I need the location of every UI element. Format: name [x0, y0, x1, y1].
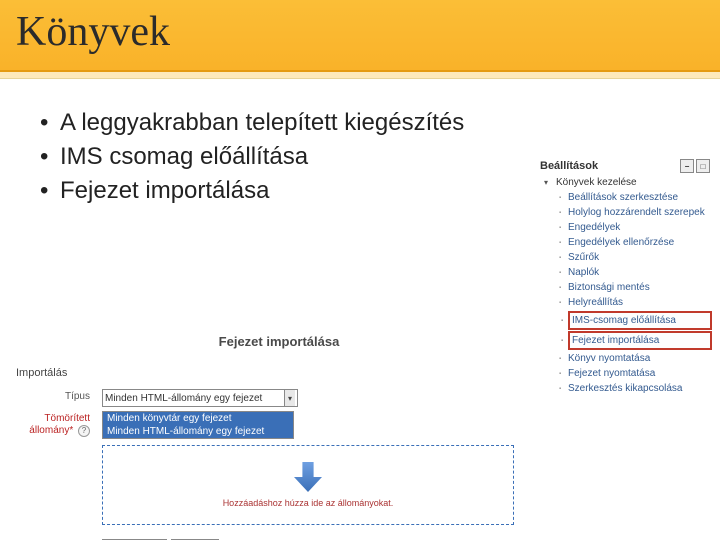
type-select-value: Minden HTML-állomány egy fejezet: [105, 393, 262, 404]
dialog-title: Fejezet importálása: [14, 334, 544, 349]
dialog-section-label: Importálás: [14, 367, 544, 379]
bullet-item: A leggyakrabban telepített kiegészítés: [40, 109, 690, 137]
archive-label-line2: állomány*: [29, 425, 73, 436]
archive-row: Tömörített állomány* ? Minden könyvtár e…: [14, 411, 544, 439]
settings-item[interactable]: Helyreállítás: [568, 295, 712, 310]
type-select[interactable]: Minden HTML-állomány egy fejezet: [102, 389, 298, 407]
download-arrow-icon: [294, 462, 322, 492]
archive-label-line1: Tömörített: [44, 413, 90, 424]
settings-header: Beállítások − □: [536, 159, 714, 173]
dropdown-option[interactable]: Minden HTML-állomány egy fejezet: [103, 425, 293, 438]
type-label: Típus: [14, 389, 102, 403]
settings-item[interactable]: Engedélyek: [568, 220, 712, 235]
settings-item-highlight[interactable]: Fejezet importálása: [568, 331, 712, 350]
slide-header: Könyvek: [0, 0, 720, 72]
settings-header-icons: − □: [680, 159, 710, 173]
archive-label: Tömörített állomány* ?: [14, 411, 102, 437]
settings-item[interactable]: Fejezet nyomtatása: [568, 366, 712, 381]
dropzone-text: Hozzáadáshoz húzza ide az állományokat.: [223, 498, 394, 508]
settings-item[interactable]: Szerkesztés kikapcsolása: [568, 381, 712, 396]
import-dialog: Fejezet importálása Importálás Típus Min…: [14, 334, 544, 540]
settings-tree: Könyvek kezelése Beállítások szerkesztés…: [536, 177, 714, 396]
settings-root-label: Könyvek kezelése: [556, 177, 637, 188]
settings-item[interactable]: Engedélyek ellenőrzése: [568, 235, 712, 250]
expand-icon[interactable]: □: [696, 159, 710, 173]
header-underline: [0, 72, 720, 79]
settings-sublist: Beállítások szerkesztése Holylog hozzáre…: [556, 190, 712, 396]
content-area: A leggyakrabban telepített kiegészítés I…: [0, 79, 720, 205]
settings-title: Beállítások: [540, 160, 598, 172]
file-dropzone[interactable]: Hozzáadáshoz húzza ide az állományokat.: [102, 445, 514, 525]
type-row: Típus Minden HTML-állomány egy fejezet: [14, 389, 544, 407]
settings-item[interactable]: Biztonsági mentés: [568, 280, 712, 295]
settings-panel: Beállítások − □ Könyvek kezelése Beállít…: [536, 159, 714, 396]
collapse-icon[interactable]: −: [680, 159, 694, 173]
settings-root[interactable]: Könyvek kezelése Beállítások szerkesztés…: [544, 177, 712, 396]
settings-item-highlight[interactable]: IMS-csomag előállítása: [568, 311, 712, 330]
settings-item[interactable]: Szűrők: [568, 250, 712, 265]
settings-item[interactable]: Naplók: [568, 265, 712, 280]
page-title: Könyvek: [16, 8, 704, 56]
help-icon[interactable]: ?: [78, 425, 90, 437]
dropdown-option[interactable]: Minden könyvtár egy fejezet: [103, 412, 293, 425]
settings-item[interactable]: Könyv nyomtatása: [568, 351, 712, 366]
settings-item[interactable]: Holylog hozzárendelt szerepek: [568, 205, 712, 220]
dropdown-options[interactable]: Minden könyvtár egy fejezet Minden HTML-…: [102, 411, 294, 439]
settings-item[interactable]: Beállítások szerkesztése: [568, 190, 712, 205]
